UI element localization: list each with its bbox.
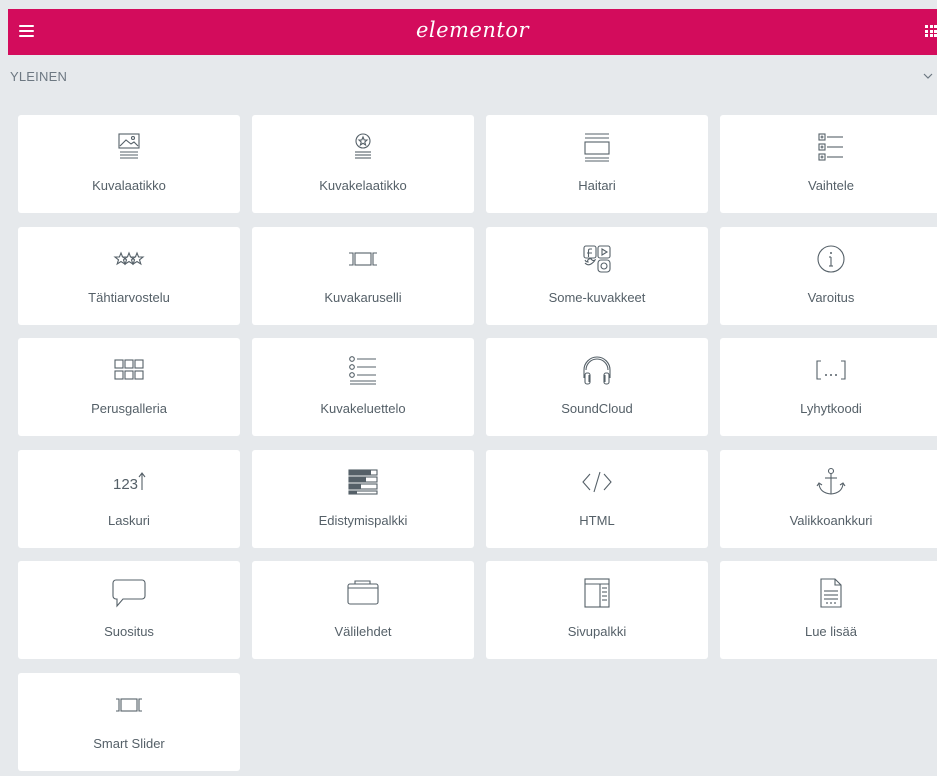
widget-testimonial[interactable]: Suositus <box>18 561 240 659</box>
toggle-icon <box>720 129 937 165</box>
widget-alert[interactable]: Varoitus <box>720 227 937 325</box>
widget-label: Tähtiarvostelu <box>88 290 170 305</box>
widget-headphones[interactable]: SoundCloud <box>486 338 708 436</box>
section-header-general[interactable]: YLEINEN <box>8 55 937 99</box>
widget-progress-bar[interactable]: Edistymispalkki <box>252 450 474 548</box>
read-more-icon <box>720 575 937 611</box>
slider-icon <box>18 687 240 723</box>
widget-label: SoundCloud <box>561 401 633 416</box>
svg-text:123: 123 <box>113 476 138 493</box>
counter-icon: 123 <box>18 464 240 500</box>
widget-label: Kuvalaatikko <box>92 178 166 193</box>
hamburger-icon[interactable] <box>19 25 34 39</box>
widget-label: HTML <box>579 513 615 528</box>
code-icon <box>486 464 708 500</box>
tabs-icon <box>252 575 474 611</box>
icon-box-icon <box>252 129 474 165</box>
chevron-down-icon <box>923 73 933 79</box>
widget-social-icons[interactable]: Some-kuvakkeet <box>486 227 708 325</box>
widget-slider[interactable]: Smart Slider <box>18 673 240 771</box>
gallery-icon <box>18 352 240 388</box>
widget-icon-box[interactable]: Kuvakelaatikko <box>252 115 474 213</box>
star-rating-icon <box>18 241 240 277</box>
anchor-icon <box>720 464 937 500</box>
widget-label: Vaihtele <box>807 178 854 193</box>
widget-label: Laskuri <box>108 513 150 528</box>
widget-counter[interactable]: 123 Laskuri <box>18 450 240 548</box>
widget-accordion[interactable]: Haitari <box>486 115 708 213</box>
shortcode-icon <box>720 352 937 388</box>
widget-label: Kuvakeluettelo <box>320 401 406 416</box>
widget-label: Kuvakelaatikko <box>319 178 407 193</box>
widget-image-box[interactable]: Kuvalaatikko <box>18 115 240 213</box>
widget-label: Haitari <box>578 178 616 193</box>
widget-icon-list[interactable]: Kuvakeluettelo <box>252 338 474 436</box>
widget-label: Kuvakaruselli <box>324 290 402 305</box>
widget-label: Välilehdet <box>334 624 392 639</box>
grid-icon[interactable] <box>925 25 937 37</box>
social-icons-icon <box>486 241 708 277</box>
widget-anchor[interactable]: Valikkoankkuri <box>720 450 937 548</box>
progress-bar-icon <box>252 464 474 500</box>
widget-code[interactable]: HTML <box>486 450 708 548</box>
widget-read-more[interactable]: Lue lisää <box>720 561 937 659</box>
section-title: YLEINEN <box>10 69 68 84</box>
widget-tabs[interactable]: Välilehdet <box>252 561 474 659</box>
widget-label: Lyhytkoodi <box>800 401 862 416</box>
widget-label: Varoitus <box>807 290 855 305</box>
widget-sidebar[interactable]: Sivupalkki <box>486 561 708 659</box>
accordion-icon <box>486 129 708 165</box>
widget-label: Some-kuvakkeet <box>548 290 646 305</box>
image-box-icon <box>18 129 240 165</box>
widget-label: Perusgalleria <box>91 401 167 416</box>
icon-list-icon <box>252 352 474 388</box>
image-carousel-icon <box>252 241 474 277</box>
widget-label: Suositus <box>104 624 154 639</box>
widget-shortcode[interactable]: Lyhytkoodi <box>720 338 937 436</box>
widget-star-rating[interactable]: Tähtiarvostelu <box>18 227 240 325</box>
elementor-logo: elementor <box>415 18 530 42</box>
widget-label: Valikkoankkuri <box>789 513 873 528</box>
testimonial-icon <box>18 575 240 611</box>
widget-label: Edistymispalkki <box>318 513 408 528</box>
alert-icon <box>720 241 937 277</box>
widget-label: Smart Slider <box>93 736 165 751</box>
widget-toggle[interactable]: Vaihtele <box>720 115 937 213</box>
widget-label: Sivupalkki <box>567 624 627 639</box>
sidebar-icon <box>486 575 708 611</box>
widget-label: Lue lisää <box>804 624 858 639</box>
top-bar: elementor <box>8 9 937 55</box>
widget-gallery[interactable]: Perusgalleria <box>18 338 240 436</box>
headphones-icon <box>486 352 708 388</box>
widget-image-carousel[interactable]: Kuvakaruselli <box>252 227 474 325</box>
